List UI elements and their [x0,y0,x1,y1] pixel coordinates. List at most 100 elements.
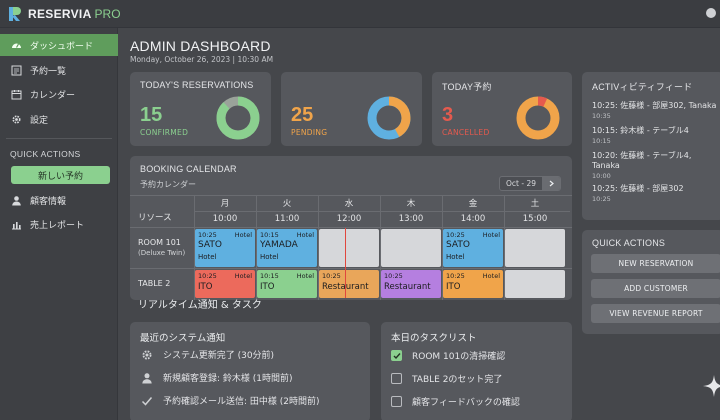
notification-item[interactable]: システム更新完了 (30分前) [140,348,274,361]
donut-segment [216,96,260,140]
new-reservation-button[interactable]: NEW RESERVATION [591,254,720,273]
booking-slot[interactable]: 10:25 Restaurant [381,270,441,298]
calendar-icon [10,88,22,100]
resource-name: ROOM 101 [138,238,181,247]
activity-item[interactable]: 10:20: 佐藤様 - テーブル4, Tanaka 10:00 [592,151,720,181]
calendar-grid-line [130,227,572,228]
dashboard-icon [10,39,22,51]
task-list-panel: 本日のタスクリスト ROOM 101の清掃確認 TABLE 2のセット完了 顧客… [381,322,572,420]
task-checkbox[interactable] [391,373,402,384]
task-checkbox[interactable] [391,350,402,361]
sidebar-item-dashboard[interactable]: ダッシュボード [0,34,118,56]
time-header: 11:00 [274,214,300,224]
sidebar-item-label: ダッシュボード [30,41,94,52]
notification-text: 新規顧客登録: 鈴木様 (1時間前) [163,374,293,384]
booking-slot[interactable]: 10:15 Hotel YAMADA Hotel [257,229,317,267]
bar-chart-icon [10,218,22,230]
user-avatar[interactable] [706,8,716,18]
booking-type: Hotel [482,272,500,280]
booking-category: Hotel [260,253,279,261]
calendar-grid-line [130,195,572,196]
booking-slot[interactable]: 10:25 Hotel ITO [443,270,503,298]
kpi-label: CONFIRMED [140,128,189,137]
booking-type: Hotel [234,272,252,280]
kpi-card-confirmed[interactable]: TODAY'S RESERVATIONS 15 CONFIRMED [130,72,271,146]
new-reservation-button[interactable]: 新しい予約 [11,166,110,184]
calendar-range-picker[interactable]: Oct - 29 [499,176,561,191]
resource-row-label: ROOM 101 (Deluxe Twin) [138,238,185,258]
activity-time: 10:15 [592,137,611,145]
activity-item[interactable]: 10:25: 佐藤様 - 部屋302 10:25 [592,184,720,204]
sidebar-item-settings[interactable]: 設定 [0,108,118,130]
resource-column-header: リソース [138,213,172,223]
sidebar-item-label: 顧客情報 [30,196,67,207]
booking-time: 10:25 [446,272,465,280]
quick-actions-panel: QUICK ACTIONS NEW RESERVATION ADD CUSTOM… [582,230,720,334]
activity-text: 10:15: 鈴木様 - テーブル4 [592,126,689,135]
calendar-subtitle: 予約カレンダー [140,180,196,189]
booking-time: 10:15 [260,231,279,239]
booking-type: Hotel [482,231,500,239]
task-item[interactable]: TABLE 2のセット完了 [391,372,502,385]
sidebar-item-customers[interactable]: 顧客情報 [0,189,118,211]
user-icon [140,371,153,384]
calendar-next-button[interactable] [542,177,560,190]
empty-slot[interactable] [381,229,441,267]
panel-title: 本日のタスクリスト [391,333,477,344]
activity-item[interactable]: 10:15: 鈴木様 - テーブル4 10:15 [592,126,720,146]
add-customer-button[interactable]: ADD CUSTOMER [591,279,720,298]
booking-time: 10:15 [260,272,279,280]
app-logo[interactable]: RESERVIA PRO [8,6,121,22]
booking-category: Hotel [446,253,465,261]
view-revenue-report-button[interactable]: VIEW REVENUE REPORT [591,304,720,323]
check-icon [140,394,153,407]
notification-item[interactable]: 予約確認メール送信: 田中様 (2時間前) [140,394,320,407]
sidebar-item-label: 設定 [30,115,49,126]
sparkle-icon [703,375,720,397]
task-text: ROOM 101の清掃確認 [412,352,506,362]
empty-slot[interactable] [505,270,565,298]
empty-slot[interactable] [505,229,565,267]
quick-actions-title: QUICK ACTIONS [592,238,666,248]
sidebar-item-revenue-report[interactable]: 売上レポート [0,213,118,235]
sidebar-item-calendar[interactable]: カレンダー [0,83,118,105]
kpi-card-cancelled[interactable]: TODAY予約 3 CANCELLED [432,72,572,146]
brand-edition: PRO [94,7,121,21]
booking-guest: ITO [198,282,213,292]
day-header: 金 [468,199,478,209]
booking-slot[interactable]: 10:15 Hotel ITO [257,270,317,298]
kpi-donut-chart [367,96,411,140]
notification-item[interactable]: 新規顧客登録: 鈴木様 (1時間前) [140,371,293,384]
task-item[interactable]: ROOM 101の清掃確認 [391,349,505,362]
list-icon [10,64,22,76]
task-checkbox[interactable] [391,396,402,407]
kpi-title: TODAY予約 [442,82,492,92]
kpi-value: 15 [140,104,163,126]
kpi-card-pending[interactable]: 25 PENDING [281,72,422,146]
empty-slot[interactable] [319,229,379,267]
booking-guest: SATO [198,240,222,250]
task-item[interactable]: 顧客フィードバックの確認 [391,395,520,408]
booking-time: 10:25 [322,272,341,280]
day-header: 土 [530,199,540,209]
booking-category: Hotel [198,253,217,261]
realtime-section-title: リアルタイム通知 & タスク [138,300,262,311]
time-header: 14:00 [460,214,486,224]
activity-feed: ACTIVィビティフィード 10:25: 佐藤様 - 部屋302, Tanaka… [582,72,720,220]
resource-name: TABLE 2 [138,279,171,288]
kpi-label: PENDING [291,128,328,137]
booking-slot[interactable]: 10:25 Restaurant [319,270,379,298]
booking-slot[interactable]: 10:25 Hotel SATO Hotel [443,229,503,267]
booking-guest: YAMADA [260,240,298,250]
booking-guest: ITO [446,282,461,292]
booking-slot[interactable]: 10:25 Hotel ITO [195,270,255,298]
calendar-title: BOOKING CALENDAR [140,164,237,174]
system-notifications-panel: 最近のシステム通知 システム更新完了 (30分前) 新規顧客登録: 鈴木様 (1… [130,322,370,420]
booking-type: Hotel [296,272,314,280]
activity-time: 10:35 [592,112,611,120]
activity-time: 10:25 [592,195,611,203]
sidebar-item-reservations[interactable]: 予約一覧 [0,59,118,81]
booking-slot[interactable]: 10:25 Hotel SATO Hotel [195,229,255,267]
activity-item[interactable]: 10:25: 佐藤様 - 部屋302, Tanaka 10:35 [592,101,720,121]
gear-icon [140,348,153,361]
